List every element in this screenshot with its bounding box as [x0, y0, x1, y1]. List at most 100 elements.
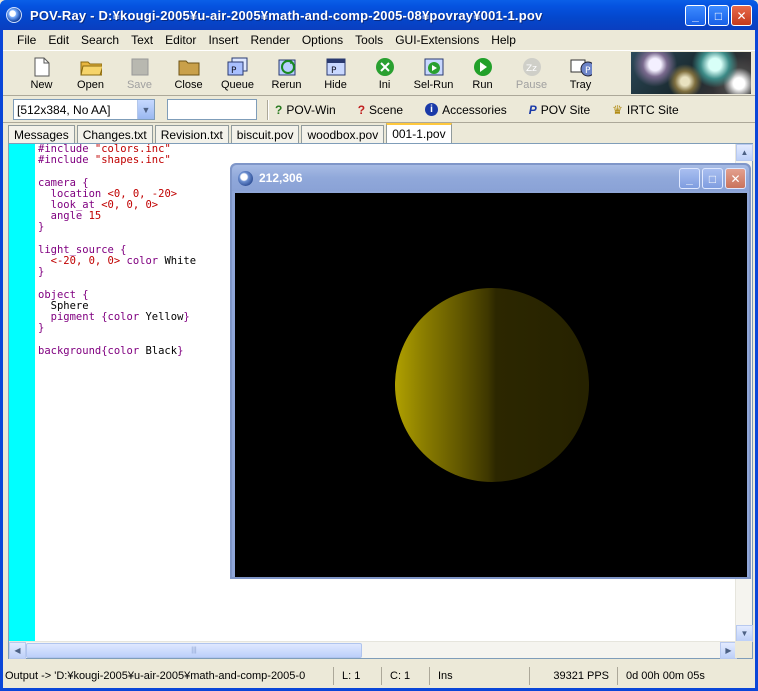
run-icon	[472, 57, 494, 77]
code-token: }	[183, 311, 190, 324]
render-maximize-button[interactable]: □	[702, 168, 723, 189]
hide-button[interactable]: P Hide	[311, 51, 360, 95]
code-token: 15	[88, 210, 102, 223]
new-label: New	[30, 79, 53, 91]
save-disk-icon	[129, 57, 151, 77]
status-column: C: 1	[381, 667, 429, 685]
pov-logo-icon: P	[528, 102, 537, 117]
scroll-down-icon[interactable]: ▼	[736, 625, 753, 642]
scene-help-button[interactable]: ? Scene	[358, 103, 403, 117]
code-token: }	[38, 322, 45, 335]
selrun-icon	[423, 57, 445, 77]
svg-text:P: P	[585, 66, 591, 76]
run-label: Run	[472, 79, 493, 91]
ini-icon	[374, 57, 396, 77]
menu-insert[interactable]: Insert	[202, 33, 244, 47]
code-token: "colors.inc"	[94, 143, 171, 155]
close-label: Close	[174, 79, 203, 91]
render-window-icon[interactable]	[238, 170, 253, 186]
code-token: color	[120, 255, 165, 268]
scrollbar-corner	[735, 641, 752, 658]
save-button[interactable]: Save	[115, 51, 164, 95]
accessories-button[interactable]: i Accessories	[425, 103, 507, 117]
menu-text[interactable]: Text	[125, 33, 159, 47]
code-token: "shapes.inc"	[94, 154, 171, 167]
secondary-toolbar: [512x384, No AA] ▼ ? POV-Win ? Scene i A…	[3, 97, 755, 123]
code-token: }	[38, 266, 45, 279]
menu-edit[interactable]: Edit	[42, 33, 75, 47]
new-button[interactable]: New	[17, 51, 66, 95]
code-text[interactable]: #include "colors.inc" #include "shapes.i…	[38, 143, 196, 357]
povwin-label: POV-Win	[286, 102, 336, 117]
scroll-left-icon[interactable]: ◀	[9, 642, 26, 659]
window-title: POV-Ray - D:¥kougi-2005¥u-air-2005¥math-…	[30, 7, 543, 23]
accessories-label: Accessories	[442, 102, 507, 117]
menu-tools[interactable]: Tools	[349, 33, 389, 47]
resolution-select[interactable]: [512x384, No AA] ▼	[13, 99, 155, 120]
pov-site-button[interactable]: P POV Site	[529, 103, 590, 117]
tab-001-1-pov[interactable]: 001-1.pov	[386, 123, 452, 143]
new-file-icon	[31, 57, 53, 77]
status-pps: 39321 PPS	[529, 667, 617, 685]
status-insert-mode: Ins	[429, 667, 529, 685]
render-minimize-button[interactable]: _	[679, 168, 700, 189]
resolution-value: [512x384, No AA]	[17, 102, 111, 117]
irtc-site-label: IRTC Site	[626, 102, 679, 117]
rerun-button[interactable]: Rerun	[262, 51, 311, 95]
editor-gutter[interactable]	[9, 144, 35, 642]
title-bar[interactable]: POV-Ray - D:¥kougi-2005¥u-air-2005¥math-…	[0, 0, 758, 30]
tab-biscuit-pov[interactable]: biscuit.pov	[230, 125, 300, 143]
menu-bar: File Edit Search Text Editor Insert Rend…	[3, 30, 755, 49]
horizontal-scroll-thumb[interactable]: |||	[26, 643, 362, 658]
tab-woodbox-pov[interactable]: woodbox.pov	[301, 125, 385, 143]
svg-text:P: P	[231, 66, 237, 76]
menu-file[interactable]: File	[11, 33, 42, 47]
irtc-site-button[interactable]: ♛ IRTC Site	[612, 103, 679, 117]
tray-button[interactable]: P Tray	[556, 51, 605, 95]
render-canvas[interactable]	[235, 193, 747, 577]
selrun-button[interactable]: Sel-Run	[409, 51, 458, 95]
close-button[interactable]: ✕	[731, 5, 752, 26]
code-token: background{color	[38, 344, 146, 357]
menu-gui-extensions[interactable]: GUI-Extensions	[389, 33, 485, 47]
code-token: look_at	[38, 199, 102, 212]
tab-changes-txt[interactable]: Changes.txt	[76, 125, 153, 143]
pause-button[interactable]: Zz Pause	[507, 51, 556, 95]
tab-messages[interactable]: Messages	[8, 125, 75, 143]
render-window[interactable]: 212,306 _ □ ✕	[230, 163, 751, 579]
menu-render[interactable]: Render	[244, 33, 295, 47]
open-button[interactable]: Open	[66, 51, 115, 95]
code-token: Black	[145, 344, 178, 357]
rerun-label: Rerun	[271, 79, 302, 91]
povray-app-icon[interactable]	[6, 7, 22, 23]
rendered-sphere	[395, 288, 589, 482]
code-token: location	[38, 187, 108, 200]
queue-button[interactable]: P Queue	[213, 51, 262, 95]
code-token: <-20, 0, 0>	[50, 255, 121, 268]
scroll-up-icon[interactable]: ▲	[736, 144, 753, 161]
run-button[interactable]: Run	[458, 51, 507, 95]
render-window-title: 212,306	[259, 171, 303, 185]
menu-help[interactable]: Help	[485, 33, 522, 47]
close-file-button[interactable]: Close	[164, 51, 213, 95]
queue-icon: P	[227, 57, 249, 77]
render-title-bar[interactable]: 212,306 _ □ ✕	[232, 165, 749, 191]
tab-revision-txt[interactable]: Revision.txt	[154, 125, 229, 143]
render-close-button[interactable]: ✕	[725, 168, 746, 189]
horizontal-scrollbar[interactable]: ◀ ||| ▶	[9, 641, 737, 659]
tray-icon: P	[570, 57, 592, 77]
command-line-input[interactable]	[167, 99, 257, 120]
status-output: Output -> 'D:¥kougi-2005¥u-air-2005¥math…	[5, 670, 306, 682]
minimize-button[interactable]: _	[685, 5, 706, 26]
povwin-help-button[interactable]: ? POV-Win	[275, 103, 336, 117]
menu-search[interactable]: Search	[75, 33, 125, 47]
menu-editor[interactable]: Editor	[159, 33, 202, 47]
ini-button[interactable]: Ini	[360, 51, 409, 95]
menu-options[interactable]: Options	[296, 33, 349, 47]
code-token: camera {	[38, 176, 89, 189]
chevron-down-icon[interactable]: ▼	[137, 100, 154, 119]
svg-text:P: P	[331, 66, 337, 76]
file-tabs: Messages Changes.txt Revision.txt biscui…	[8, 123, 454, 143]
maximize-button[interactable]: □	[708, 5, 729, 26]
code-token: }	[177, 344, 184, 357]
